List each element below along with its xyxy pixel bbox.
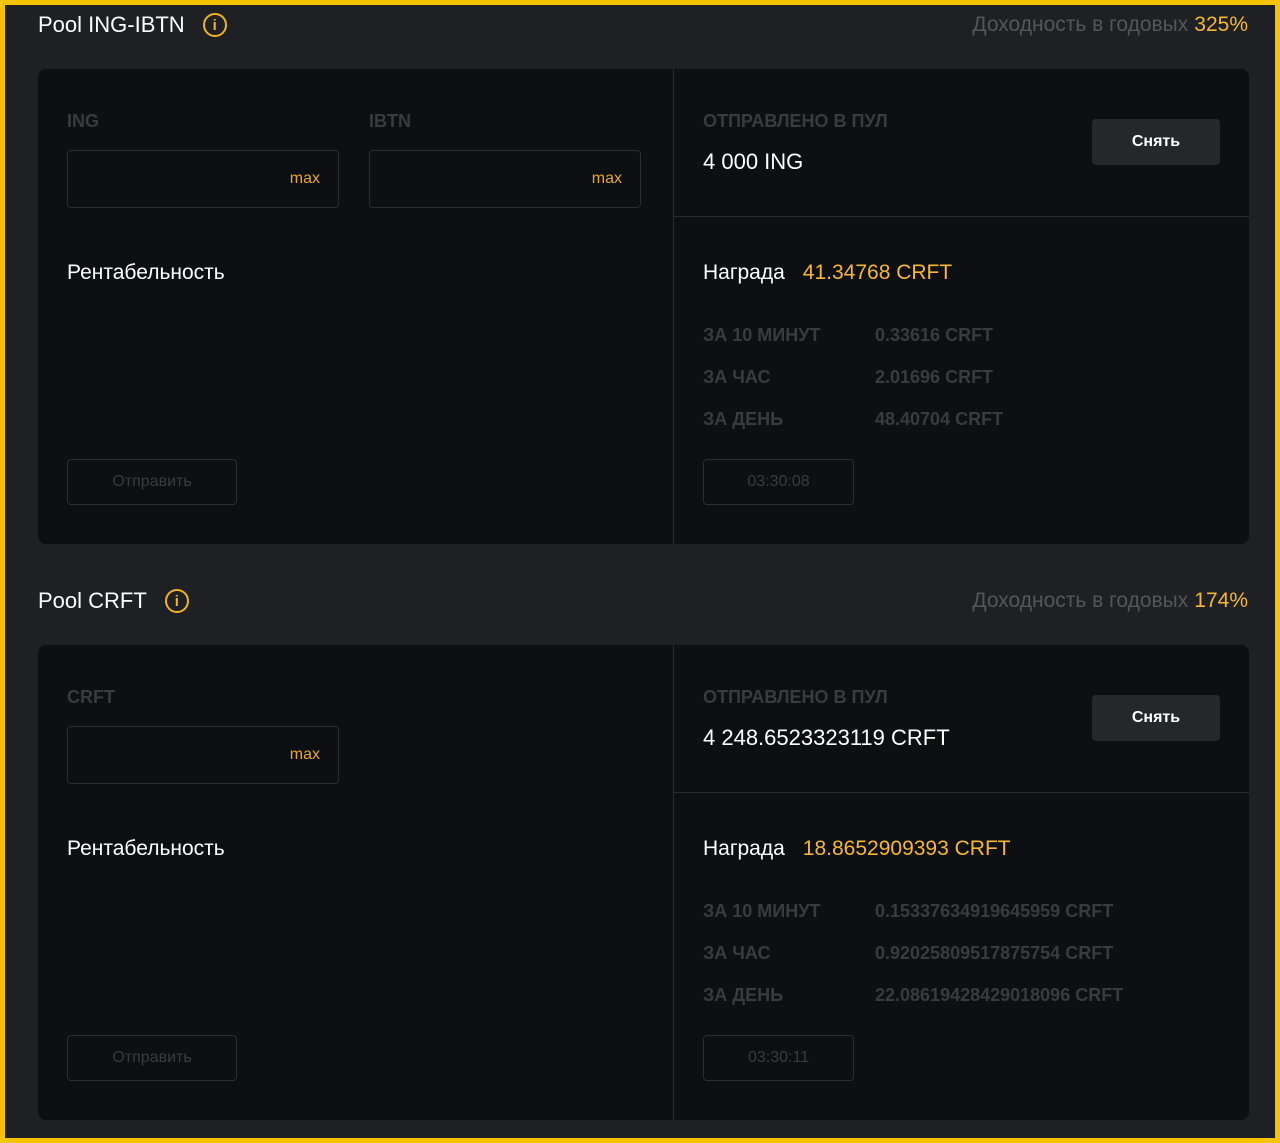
- rate-value: 48.40704 CRFT: [875, 409, 1004, 429]
- reward-label: Награда: [703, 837, 785, 860]
- pool-card: ING max IBTN max Рентабельность Отправить…: [38, 69, 1249, 544]
- rate-value: 2.01696 CRFT: [875, 367, 994, 387]
- profitability-label: Рентабельность: [67, 261, 225, 284]
- rate-period: ЗА ДЕНЬ: [703, 985, 784, 1005]
- pool-header: Pool ING-IBTN i: [38, 5, 227, 45]
- pool-title: Pool CRFT: [38, 588, 147, 613]
- apy: Доходность в годовых 174%: [972, 581, 1248, 621]
- withdraw-button[interactable]: Снять: [1092, 119, 1220, 165]
- apy: Доходность в годовых 325%: [972, 5, 1248, 45]
- apy-label: Доходность в годовых: [972, 13, 1189, 36]
- sent-label: ОТПРАВЛЕНО В ПУЛ: [703, 111, 888, 131]
- rate-row: ЗА 10 МИНУТ 0.33616 CRFT: [703, 325, 1003, 367]
- reward-rates: ЗА 10 МИНУТ 0.15337634919645959 CRFT ЗА ЧА…: [703, 901, 1123, 1027]
- rate-row: ЗА ЧАС 2.01696 CRFT: [703, 367, 1003, 409]
- claim-timer-button[interactable]: 03:30:11: [703, 1035, 854, 1081]
- staking-page: Pool ING-IBTN i Доходность в годовых 325% …: [5, 5, 1275, 1138]
- sent-value: 4 248.6523323119 CRFT: [703, 725, 950, 750]
- reward: Награда 41.34768 CRFT: [703, 261, 952, 285]
- reward-value: 41.34768 CRFT: [802, 261, 953, 284]
- rate-period: ЗА ЧАС: [703, 367, 771, 387]
- reward-value: 18.8652909393 CRFT: [802, 837, 1011, 860]
- send-button[interactable]: Отправить: [67, 459, 237, 505]
- rate-value: 0.33616 CRFT: [875, 325, 994, 345]
- pool-card: CRFT max Рентабельность Отправить ОТПРАВ…: [38, 645, 1249, 1120]
- token-label: ING: [67, 111, 100, 131]
- max-button[interactable]: max: [592, 170, 622, 188]
- apy-value: 325%: [1194, 13, 1248, 36]
- reward: Награда 18.8652909393 CRFT: [703, 837, 1011, 861]
- amount-input[interactable]: max: [67, 150, 339, 208]
- rate-row: ЗА ДЕНЬ 48.40704 CRFT: [703, 409, 1003, 451]
- max-button[interactable]: max: [290, 170, 320, 188]
- rate-period: ЗА ЧАС: [703, 943, 771, 963]
- max-button[interactable]: max: [290, 746, 320, 764]
- divider: [674, 216, 1249, 217]
- amount-input[interactable]: max: [67, 726, 339, 784]
- pool-title: Pool ING-IBTN: [38, 12, 185, 37]
- sent-value: 4 000 ING: [703, 149, 804, 174]
- apy-value: 174%: [1194, 589, 1248, 612]
- token-label: CRFT: [67, 687, 115, 707]
- reward-rates: ЗА 10 МИНУТ 0.33616 CRFT ЗА ЧАС 2.01696 CRF…: [703, 325, 1003, 451]
- divider: [673, 645, 674, 1120]
- rate-period: ЗА ДЕНЬ: [703, 409, 784, 429]
- rate-value: 0.92025809517875754 CRFT: [875, 943, 1114, 963]
- reward-label: Награда: [703, 261, 785, 284]
- sent-label: ОТПРАВЛЕНО В ПУЛ: [703, 687, 888, 707]
- withdraw-button[interactable]: Снять: [1092, 695, 1220, 741]
- rate-value: 22.08619428429018096 CRFT: [875, 985, 1124, 1005]
- rate-row: ЗА ЧАС 0.92025809517875754 CRFT: [703, 943, 1123, 985]
- rate-row: ЗА ДЕНЬ 22.08619428429018096 CRFT: [703, 985, 1123, 1027]
- claim-timer-button[interactable]: 03:30:08: [703, 459, 854, 505]
- divider: [673, 69, 674, 544]
- rate-value: 0.15337634919645959 CRFT: [875, 901, 1114, 921]
- info-icon[interactable]: i: [164, 589, 189, 613]
- rate-period: ЗА 10 МИНУТ: [703, 901, 821, 921]
- send-button[interactable]: Отправить: [67, 1035, 237, 1081]
- token-label: IBTN: [369, 111, 411, 131]
- amount-input[interactable]: max: [369, 150, 641, 208]
- divider: [674, 792, 1249, 793]
- pool-header: Pool CRFT i: [38, 581, 189, 621]
- profitability-label: Рентабельность: [67, 837, 225, 860]
- rate-period: ЗА 10 МИНУТ: [703, 325, 821, 345]
- info-icon[interactable]: i: [202, 13, 227, 37]
- apy-label: Доходность в годовых: [972, 589, 1189, 612]
- rate-row: ЗА 10 МИНУТ 0.15337634919645959 CRFT: [703, 901, 1123, 943]
